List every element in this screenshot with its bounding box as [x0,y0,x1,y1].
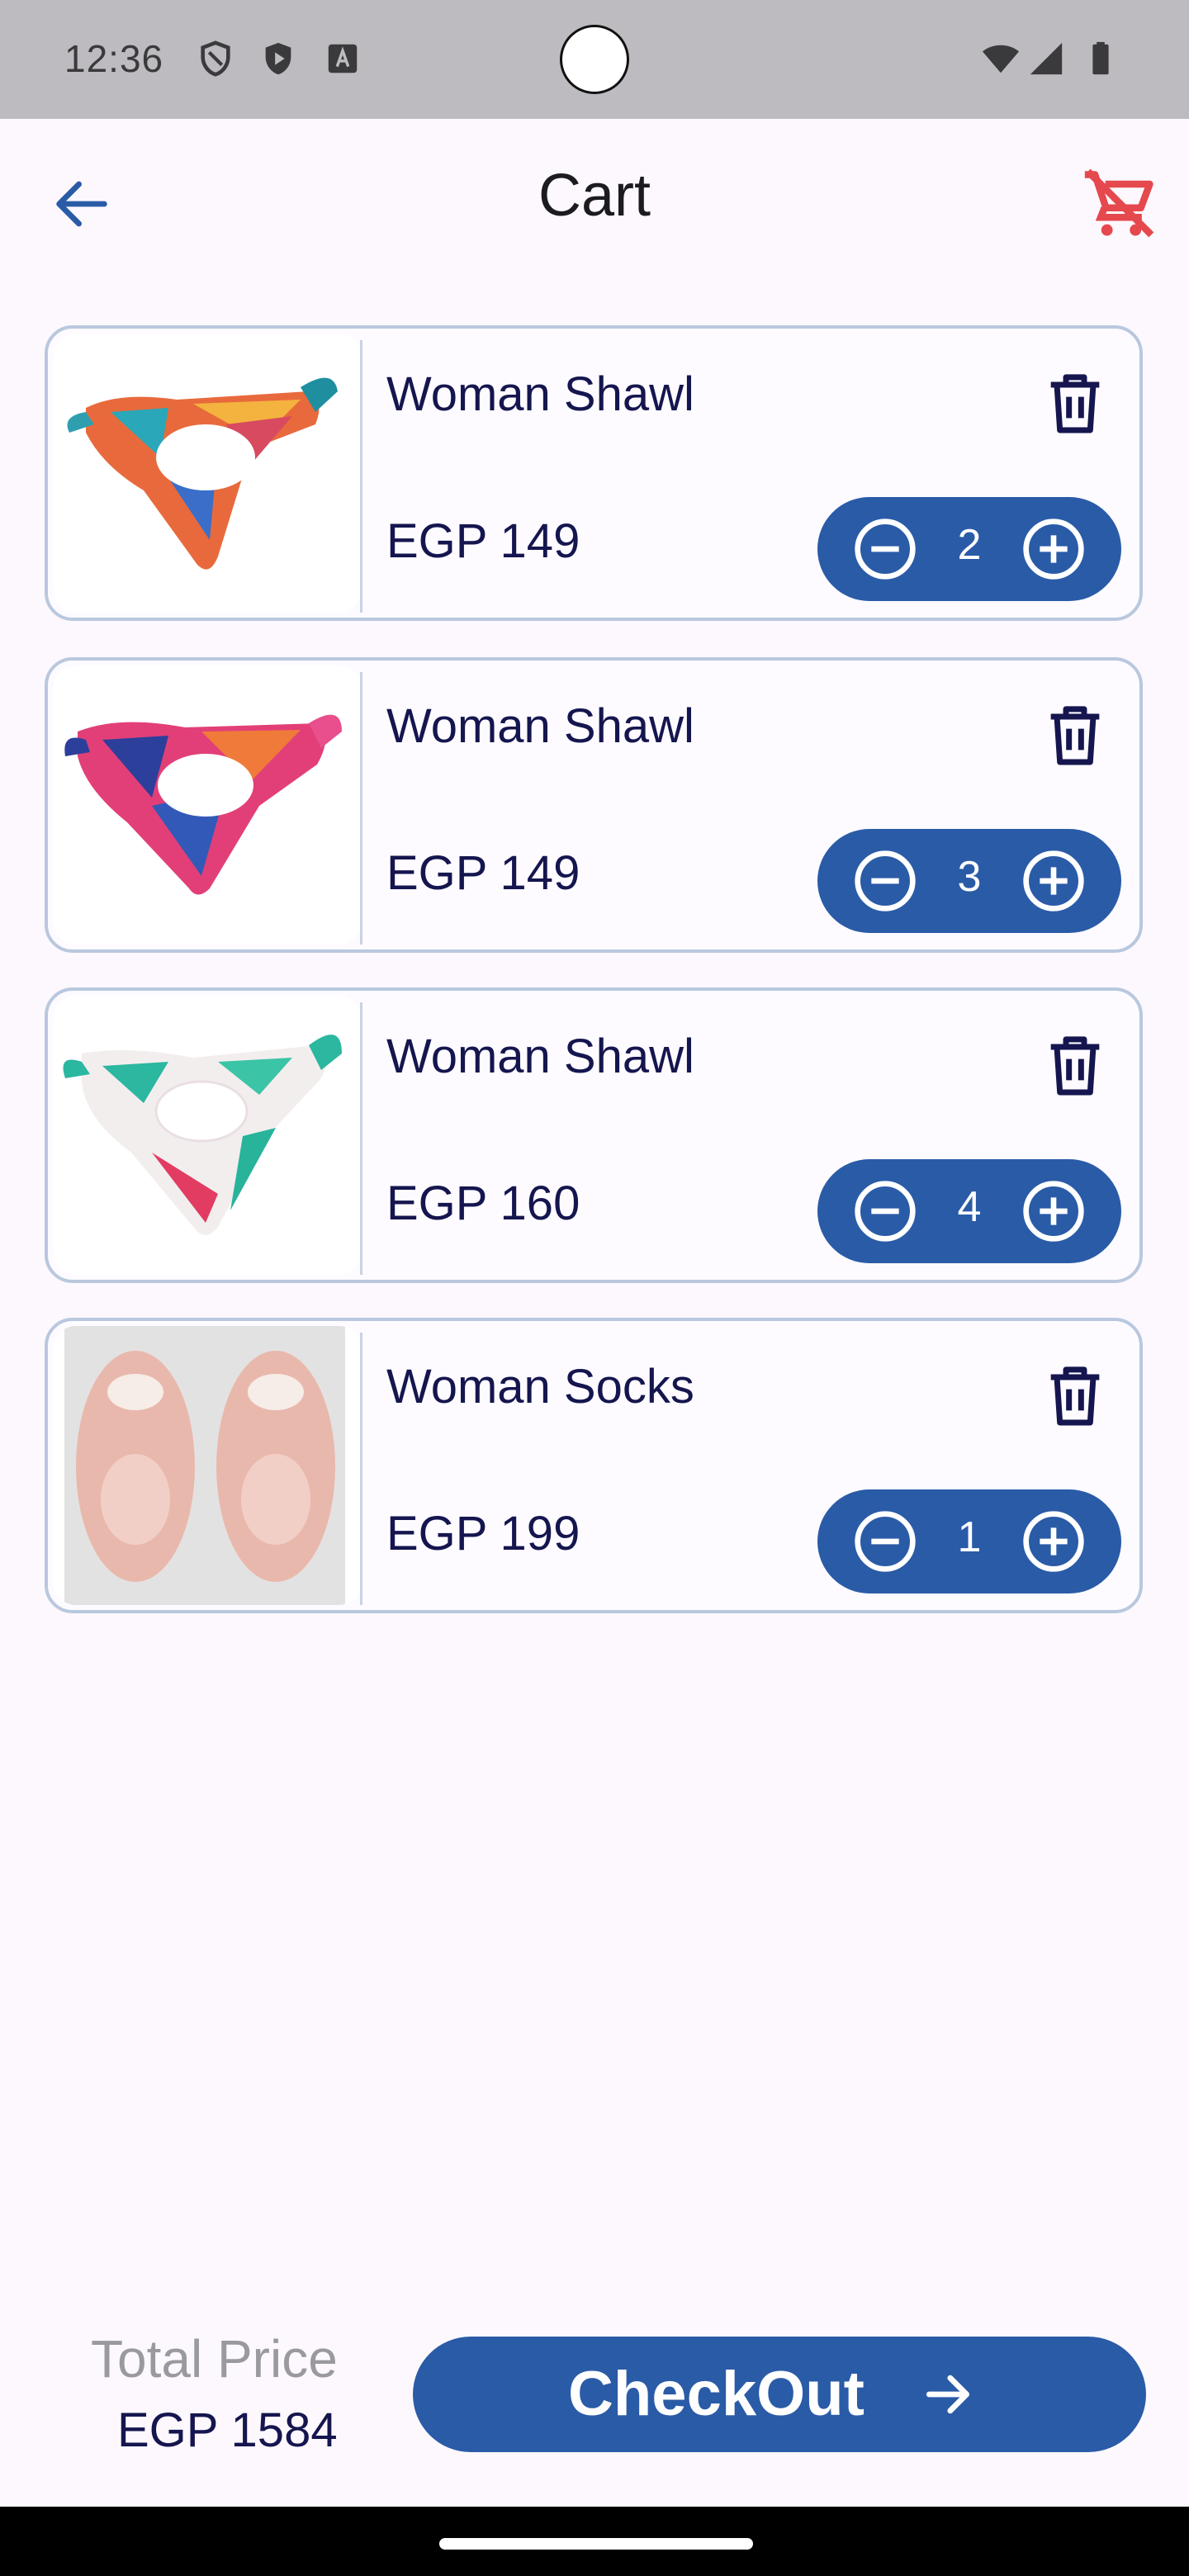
minus-circle-icon[interactable] [852,1508,918,1574]
item-name: Woman Shawl [386,367,694,421]
product-image[interactable] [53,1326,362,1605]
quantity-stepper: 2 [817,497,1121,601]
status-time: 12:36 [64,37,164,80]
arrow-forward-icon [926,2375,970,2414]
image-divider [360,1333,362,1605]
delete-icon[interactable] [1039,1359,1111,1432]
total-price-label: Total Price [91,2329,338,2389]
delete-icon[interactable] [1039,698,1111,771]
item-price: EGP 149 [386,514,580,568]
item-name: Woman Shawl [386,699,694,753]
play-protect-icon [265,42,291,75]
image-divider [360,672,362,945]
quantity-value: 1 [957,1513,982,1561]
shawl-image [67,377,338,570]
plus-circle-icon[interactable] [1021,1178,1087,1244]
item-name: Woman Shawl [386,1030,694,1083]
cart-item: Woman Shawl EGP 149 3 [45,657,1143,953]
minus-circle-icon[interactable] [852,848,918,914]
product-image[interactable] [53,665,362,945]
quantity-value: 2 [957,521,982,569]
delete-icon[interactable] [1039,1029,1111,1101]
cart-item: Woman Shawl EGP 160 4 [45,987,1143,1283]
plus-circle-icon[interactable] [1021,1508,1087,1574]
home-gesture-handle[interactable] [439,2538,753,2550]
camera-cutout [560,25,629,94]
signal-icon [1030,42,1063,75]
minus-circle-icon[interactable] [852,1178,918,1244]
product-image[interactable] [53,334,362,613]
minus-circle-icon[interactable] [852,516,918,582]
system-nav-bar [0,2507,1189,2576]
checkout-label: CheckOut [568,2359,865,2429]
plus-circle-icon[interactable] [1021,516,1087,582]
top-app-bar: Cart [0,119,1189,281]
image-divider [360,1002,362,1275]
shawl-image [64,714,342,895]
cart-item: Woman Socks EGP 199 1 [45,1318,1143,1613]
product-image[interactable] [53,996,362,1275]
cart-item: Woman Shawl EGP 149 2 [45,325,1143,621]
page-title: Cart [538,163,651,229]
battery-icon [1092,41,1109,75]
image-divider [360,340,362,613]
shawl-image [63,1035,342,1235]
wifi-icon [982,45,1020,73]
plus-circle-icon[interactable] [1021,848,1087,914]
quantity-stepper: 1 [817,1489,1121,1593]
delete-icon[interactable] [1039,367,1111,439]
accessibility-a-icon [328,44,358,73]
remove-shopping-cart-icon[interactable] [1082,165,1158,241]
total-price-value: EGP 1584 [117,2403,338,2457]
status-bar: 12:36 [0,0,1189,119]
quantity-value: 4 [957,1183,982,1231]
quantity-value: 3 [957,853,982,901]
checkout-button[interactable]: CheckOut [413,2337,1146,2452]
vpn-shield-icon [201,40,230,77]
item-name: Woman Socks [386,1360,694,1413]
item-price: EGP 199 [386,1507,580,1560]
item-price: EGP 160 [386,1177,580,1230]
quantity-stepper: 3 [817,829,1121,933]
item-price: EGP 149 [386,846,580,900]
quantity-stepper: 4 [817,1159,1121,1263]
socks-image [64,1326,345,1605]
